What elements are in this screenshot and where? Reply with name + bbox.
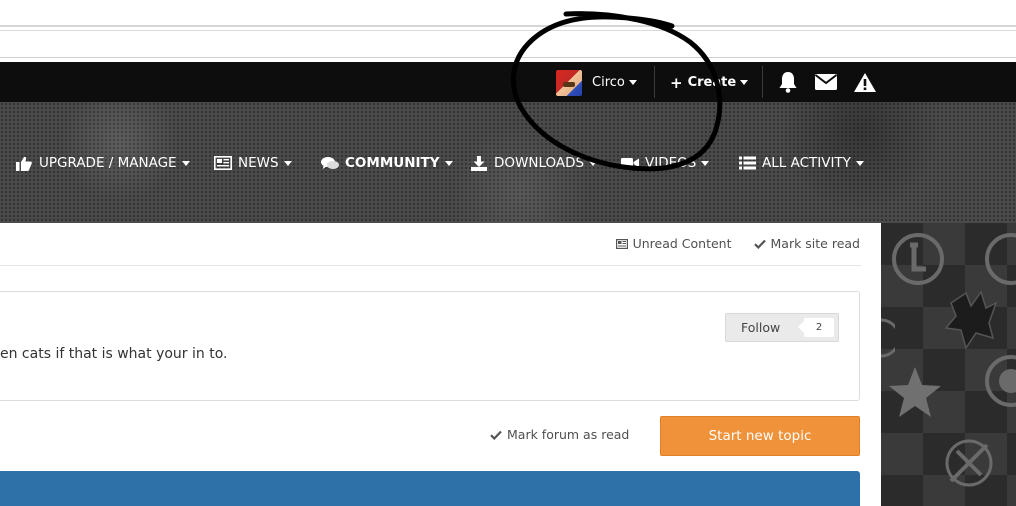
- content-actions: Unread Content Mark site read: [594, 236, 860, 251]
- envelope-icon: [814, 74, 838, 90]
- chevron-down-icon: [855, 160, 864, 166]
- unread-content-link[interactable]: Unread Content: [615, 236, 732, 251]
- newspaper-icon: [615, 238, 628, 249]
- mark-site-read-link[interactable]: Mark site read: [753, 236, 861, 251]
- user-bar: Circo + Create: [0, 62, 1016, 102]
- plus-icon: +: [670, 73, 683, 92]
- star-icon: [889, 367, 941, 417]
- browser-chrome: [0, 0, 1016, 62]
- nav-label: DOWNLOADS: [494, 155, 585, 171]
- emblem-icon: [985, 355, 1016, 407]
- mark-forum-read-label: Mark forum as read: [507, 427, 630, 442]
- avatar: [556, 69, 582, 96]
- chevron-down-icon: [283, 160, 292, 166]
- bell-icon: [779, 72, 797, 93]
- chevron-down-icon: [628, 80, 637, 85]
- mark-forum-read-link[interactable]: Mark forum as read: [490, 427, 629, 442]
- newspaper-icon: [214, 155, 232, 171]
- unread-content-label: Unread Content: [632, 236, 732, 251]
- nav-item-community[interactable]: COMMUNITY: [321, 151, 453, 175]
- user-name: Circo: [592, 75, 625, 90]
- thumbs-up-icon: [15, 155, 33, 171]
- start-new-topic-button[interactable]: Start new topic: [660, 416, 860, 456]
- chrome-divider: [0, 25, 1016, 27]
- create-label: Create: [687, 75, 737, 90]
- nav-label: COMMUNITY: [345, 155, 440, 171]
- sidebar-background-pattern: [881, 223, 1016, 506]
- header-banner: UPGRADE / MANAGE NEWS COMMUNITY DOWNLOAD…: [0, 102, 1016, 223]
- follow-count-badge: 2: [798, 318, 834, 337]
- nav-label: UPGRADE / MANAGE: [39, 155, 177, 171]
- forum-description: en cats if that is what your in to.: [0, 346, 228, 362]
- emblem-icon: [881, 318, 895, 358]
- mark-site-read-label: Mark site read: [770, 236, 861, 251]
- warning-icon: [854, 72, 876, 92]
- chrome-divider: [0, 30, 1016, 31]
- userbar-separator: [762, 66, 763, 98]
- follow-label: Follow: [741, 320, 781, 335]
- video-camera-icon: [621, 155, 639, 171]
- checkmark-icon: [490, 430, 502, 440]
- chevron-down-icon: [701, 160, 710, 166]
- main-content: Unread Content Mark site read en cats if…: [0, 223, 881, 506]
- create-menu[interactable]: + Create: [670, 70, 749, 95]
- follow-button[interactable]: Follow 2: [725, 313, 839, 342]
- download-icon: [470, 155, 488, 171]
- forum-header-box: en cats if that is what your in to. Foll…: [0, 291, 860, 401]
- checkmark-icon: [753, 239, 766, 249]
- nav-item-all-activity[interactable]: ALL ACTIVITY: [738, 151, 864, 175]
- nav-item-downloads[interactable]: DOWNLOADS: [470, 151, 598, 175]
- user-menu[interactable]: Circo: [556, 69, 637, 96]
- chevron-down-icon: [181, 160, 190, 166]
- notifications-button[interactable]: [775, 69, 801, 95]
- chevron-down-icon: [444, 160, 453, 166]
- divider: [0, 265, 861, 266]
- messages-button[interactable]: [813, 69, 839, 95]
- nav-item-news[interactable]: NEWS: [214, 151, 292, 175]
- warnings-button[interactable]: [852, 69, 878, 95]
- nav-label: NEWS: [238, 155, 279, 171]
- list-icon: [738, 155, 756, 171]
- emblem-icon: [985, 233, 1016, 285]
- emblem-icon: [945, 439, 993, 487]
- chrome-divider: [0, 57, 1016, 58]
- chevron-down-icon: [589, 160, 598, 166]
- topic-list-header: [0, 471, 860, 506]
- main-nav: UPGRADE / MANAGE NEWS COMMUNITY DOWNLOAD…: [0, 151, 1016, 175]
- nav-label: ALL ACTIVITY: [762, 155, 851, 171]
- emblem-icon: [892, 233, 944, 285]
- userbar-separator: [654, 66, 655, 98]
- nav-item-videos[interactable]: VIDEOS: [621, 151, 710, 175]
- nav-label: VIDEOS: [645, 155, 697, 171]
- nav-item-upgrade-manage[interactable]: UPGRADE / MANAGE: [15, 151, 190, 175]
- comments-icon: [321, 155, 339, 171]
- character-icon: [944, 290, 998, 350]
- chevron-down-icon: [740, 80, 749, 85]
